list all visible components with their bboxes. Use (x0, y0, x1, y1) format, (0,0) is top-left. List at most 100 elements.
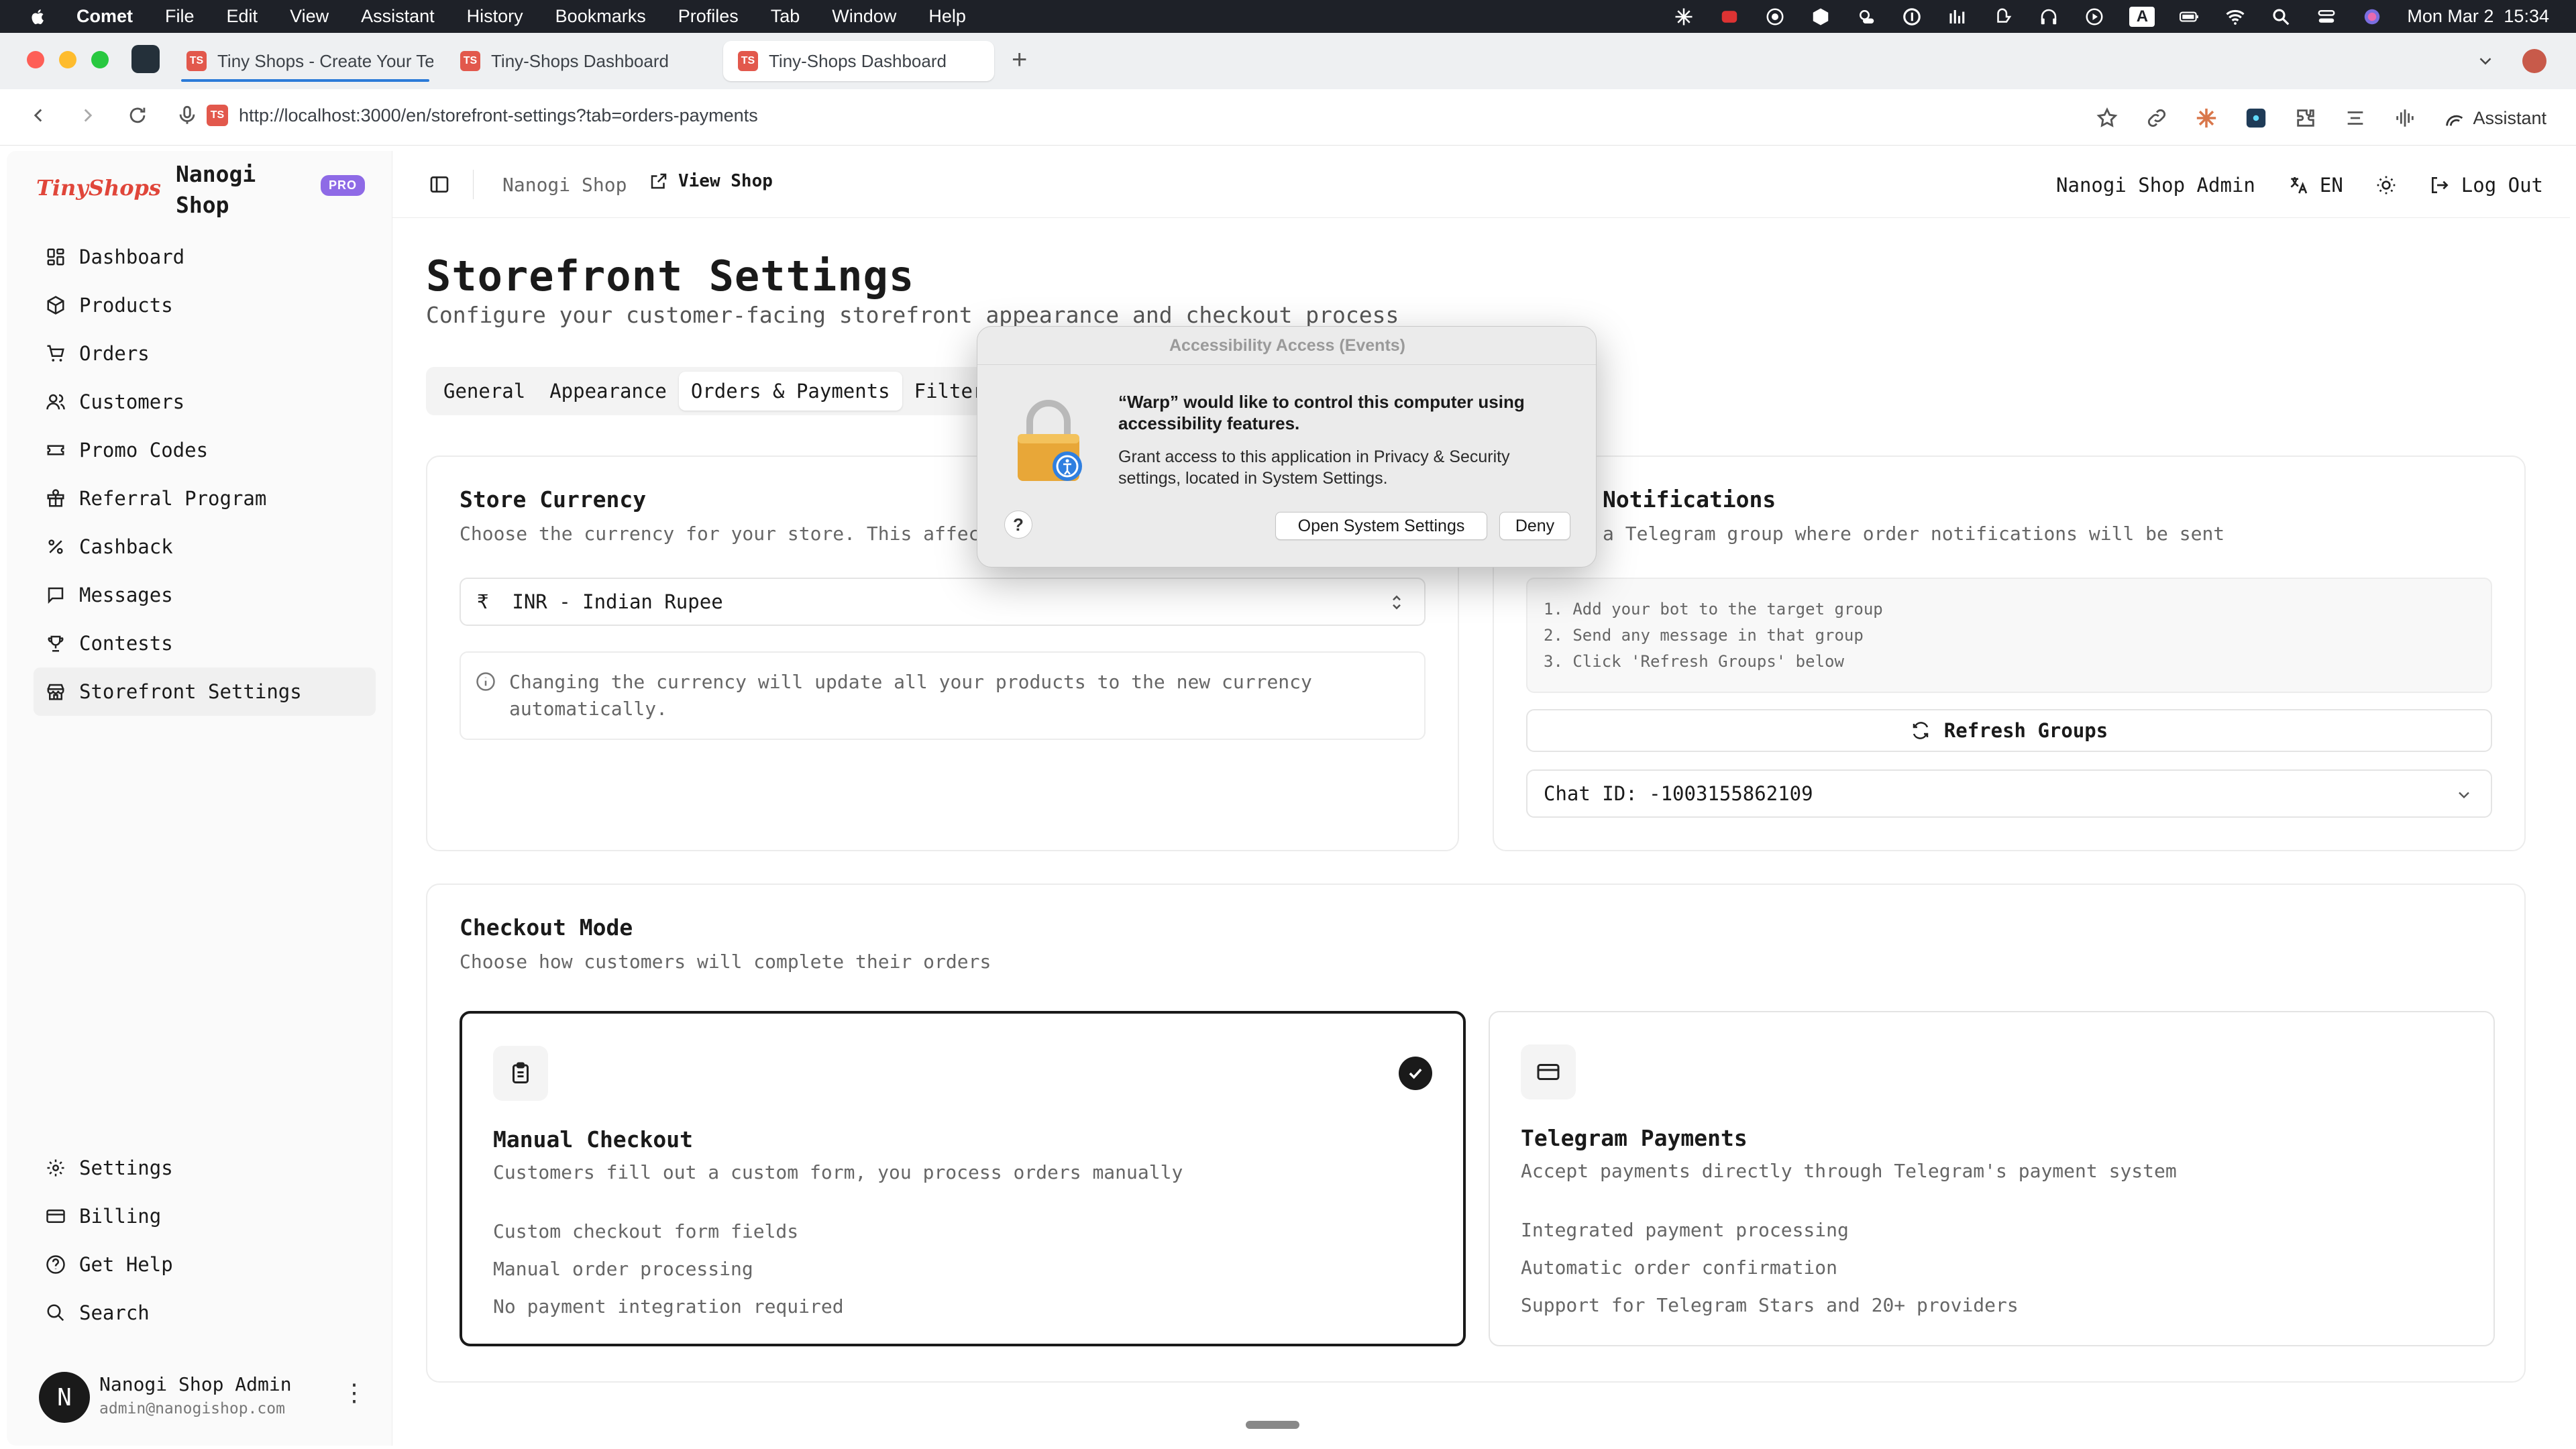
menu-help[interactable]: Help (928, 6, 966, 27)
help-button[interactable]: ? (1004, 511, 1032, 539)
sidebar-item-products[interactable]: Products (34, 281, 376, 329)
browser-tab-1[interactable]: TS Tiny Shops - Create Your Tel (172, 41, 433, 81)
window-controls (27, 51, 109, 68)
reader-list-icon[interactable] (2344, 107, 2367, 129)
mode-feature: Support for Telegram Stars and 20+ provi… (1521, 1294, 2019, 1316)
box-icon[interactable] (1810, 6, 1831, 28)
menubar-datetime[interactable]: Mon Mar 2 15:34 (2407, 6, 2549, 27)
sidebar-toggle-icon[interactable] (429, 174, 450, 195)
headphones-icon[interactable] (2038, 6, 2059, 28)
logout-button[interactable]: Log Out (2429, 174, 2543, 197)
deny-button[interactable]: Deny (1499, 512, 1570, 540)
react-extension-icon[interactable] (2245, 107, 2267, 129)
sidebar-item-storefront-settings[interactable]: Storefront Settings (34, 667, 376, 716)
admin-name: Nanogi Shop Admin (2056, 174, 2255, 197)
notification-badge-icon[interactable] (1719, 6, 1740, 28)
tinyshops-logo[interactable]: TinyShops (36, 175, 161, 201)
open-system-settings-button[interactable]: Open System Settings (1275, 512, 1487, 540)
microphone-icon[interactable] (176, 104, 199, 127)
currency-info-note: Changing the currency will update all yo… (460, 651, 1426, 740)
sidebar-bottom-nav: Settings Billing Get Help Search (34, 1144, 376, 1337)
sidebar-item-search[interactable]: Search (34, 1289, 376, 1337)
sidebar-item-get-help[interactable]: Get Help (34, 1240, 376, 1289)
link-icon[interactable] (2145, 107, 2168, 129)
sidebar-item-cashback[interactable]: Cashback (34, 523, 376, 571)
perplexity-icon[interactable] (1673, 6, 1695, 28)
extensions-puzzle-icon[interactable] (2294, 107, 2317, 129)
profile-avatar[interactable] (2522, 49, 2546, 73)
tab-orders-payments[interactable]: Orders & Payments (678, 372, 902, 411)
play-icon[interactable] (2084, 6, 2105, 28)
menu-window[interactable]: Window (832, 6, 896, 27)
zoom-window-button[interactable] (91, 51, 109, 68)
sidebar-item-customers[interactable]: Customers (34, 378, 376, 426)
battery-icon[interactable] (2179, 6, 2200, 28)
mode-feature: Automatic order confirmation (1521, 1256, 1838, 1279)
sidebar-item-settings[interactable]: Settings (34, 1144, 376, 1192)
control-center-icon[interactable] (2316, 6, 2337, 28)
creative-cloud-icon[interactable] (1764, 6, 1786, 28)
sidebar-item-dashboard[interactable]: Dashboard (34, 233, 376, 281)
apple-logo-icon[interactable] (27, 5, 50, 28)
menu-tab[interactable]: Tab (771, 6, 800, 27)
menu-file[interactable]: File (165, 6, 195, 27)
brain-icon[interactable] (1992, 6, 2014, 28)
menu-bookmarks[interactable]: Bookmarks (555, 6, 646, 27)
menu-profiles[interactable]: Profiles (678, 6, 739, 27)
language-switcher[interactable]: EN (2288, 174, 2343, 197)
tab-title: Tiny-Shops Dashboard (769, 50, 947, 71)
card-description: a Telegram group where order notificatio… (1603, 523, 2225, 545)
sidebar-item-label: Orders (79, 342, 150, 365)
sidebar-item-label: Cashback (79, 535, 173, 558)
sun-icon[interactable] (2375, 174, 2397, 196)
browser-tab-3[interactable]: TS Tiny-Shops Dashboard (723, 41, 994, 81)
refresh-groups-button[interactable]: Refresh Groups (1526, 709, 2492, 752)
claude-extension-icon[interactable] (2195, 107, 2218, 129)
menu-view[interactable]: View (290, 6, 329, 27)
chevron-down-icon[interactable] (2475, 51, 2496, 71)
sidebar-item-label: Contests (79, 632, 173, 655)
menu-edit[interactable]: Edit (227, 6, 258, 27)
sidebar-item-orders[interactable]: Orders (34, 329, 376, 378)
user-profile[interactable]: N Nanogi Shop Admin admin@nanogishop.com… (34, 1365, 376, 1426)
close-window-button[interactable] (27, 51, 44, 68)
minimize-window-button[interactable] (59, 51, 76, 68)
forward-icon[interactable] (76, 104, 99, 127)
new-tab-button[interactable]: + (1012, 45, 1027, 75)
message-icon (48, 587, 64, 604)
sidebar-item-contests[interactable]: Contests (34, 619, 376, 667)
more-vertical-icon[interactable]: ⋮ (341, 1380, 368, 1413)
chat-id-select[interactable]: Chat ID: -1003155862109 (1526, 769, 2492, 818)
sidebar-item-referral-program[interactable]: Referral Program (34, 474, 376, 523)
wifi-icon[interactable] (2224, 6, 2246, 28)
sidebar-toggle-icon[interactable] (131, 45, 160, 73)
browser-tab-2[interactable]: TS Tiny-Shops Dashboard (445, 41, 714, 81)
bookmark-star-icon[interactable] (2096, 107, 2118, 129)
step-item: 1. Add your bot to the target group (1544, 600, 1883, 619)
back-icon[interactable] (27, 104, 50, 127)
stats-icon[interactable] (1947, 6, 1968, 28)
sidebar-item-billing[interactable]: Billing (34, 1192, 376, 1240)
menu-history[interactable]: History (467, 6, 523, 27)
reload-icon[interactable] (126, 104, 149, 127)
assistant-button[interactable]: Assistant (2443, 107, 2546, 129)
manual-checkout-option[interactable]: Manual Checkout Customers fill out a cus… (460, 1011, 1466, 1346)
search-icon[interactable] (2270, 6, 2292, 28)
tab-appearance[interactable]: Appearance (537, 372, 679, 411)
url-field[interactable]: http://localhost:3000/en/storefront-sett… (239, 105, 758, 126)
sidebar-item-messages[interactable]: Messages (34, 571, 376, 619)
sidebar-item-promo-codes[interactable]: Promo Codes (34, 426, 376, 474)
menu-app-name[interactable]: Comet (76, 6, 133, 27)
siri-icon[interactable] (2361, 6, 2383, 28)
menu-assistant[interactable]: Assistant (361, 6, 435, 27)
tab-general[interactable]: General (431, 372, 537, 411)
view-shop-link[interactable]: View Shop (649, 171, 773, 191)
credit-card-icon (1521, 1044, 1576, 1099)
scroll-handle[interactable] (1246, 1421, 1299, 1429)
telegram-payments-option[interactable]: Telegram Payments Accept payments direct… (1489, 1011, 2495, 1346)
onepassword-icon[interactable] (1901, 6, 1923, 28)
currency-select[interactable]: ₹ INR - Indian Rupee (460, 578, 1426, 626)
voice-wave-icon[interactable] (2394, 107, 2416, 129)
weather-icon[interactable] (1856, 6, 1877, 28)
keyboard-a-icon[interactable]: A (2129, 6, 2155, 27)
